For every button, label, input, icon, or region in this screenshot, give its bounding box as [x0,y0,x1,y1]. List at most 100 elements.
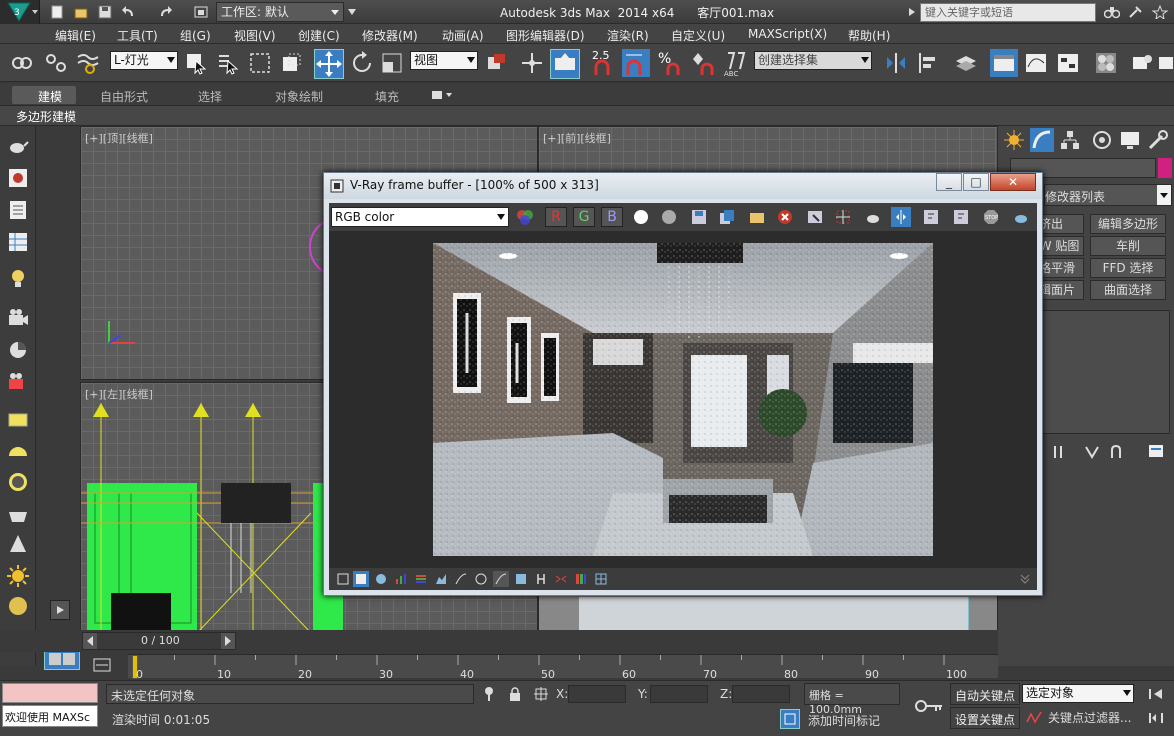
x-coordinate-field[interactable] [568,685,626,703]
y-coordinate-field[interactable] [650,685,708,703]
new-file-icon[interactable] [48,3,66,21]
mono-circle-icon[interactable] [659,207,679,227]
render-teapot-icon[interactable] [863,207,883,227]
modifier-button-edit-poly[interactable]: 编辑多边形 [1090,214,1166,234]
bind-space-warp-icon[interactable] [76,51,100,75]
tab-object-paint[interactable]: 对象绘制 [275,88,323,105]
undo-icon[interactable] [120,3,138,21]
curve-editor-icon[interactable] [1024,51,1048,75]
menu-edit[interactable]: 编辑(E) [55,27,96,44]
scene-explorer-icon[interactable] [990,49,1018,77]
sphere-icon[interactable] [6,470,30,494]
compare-ab-icon[interactable] [891,207,911,227]
sky-dome-icon[interactable] [6,594,30,618]
color-swatch-icon[interactable] [573,571,589,587]
pixel-info-icon[interactable] [353,571,369,587]
menu-maxscript[interactable]: MAXScript(X) [748,27,827,41]
workspace-dropdown[interactable]: 工作区: 默认 [216,2,344,22]
binoculars-icon[interactable] [1102,3,1122,21]
video-camera-icon[interactable] [6,370,30,394]
pie-icon[interactable] [6,338,30,362]
select-object-icon[interactable] [184,51,208,75]
motion-tab-icon[interactable] [1090,128,1114,152]
material-editor-icon[interactable] [1094,51,1118,75]
plane-primitive-icon[interactable] [6,408,30,432]
time-slider[interactable]: 0 / 100 [82,632,236,650]
mini-curve-editor-icon[interactable] [90,654,114,676]
open-file-icon[interactable] [72,3,90,21]
modifier-stack[interactable] [1042,310,1170,434]
favorites-star-icon[interactable] [1150,3,1170,21]
tab-freeform[interactable]: 自由形式 [100,88,148,105]
keyword-search-input[interactable]: 键入关键字或短语 [920,3,1096,22]
levels-icon[interactable] [393,571,409,587]
menu-views[interactable]: 视图(V) [234,27,276,44]
key-mode-toggle-icon[interactable] [1144,709,1168,727]
menu-modifiers[interactable]: 修改器(M) [362,27,418,44]
render-last-icon[interactable] [1011,207,1031,227]
redo-icon[interactable] [156,3,174,21]
modify-tab-icon[interactable] [1030,128,1054,152]
modifier-button-lathe[interactable]: 车削 [1090,236,1166,256]
history-left-icon[interactable] [921,207,941,227]
select-and-move-icon[interactable] [314,49,344,79]
percent-snap-icon[interactable]: % [656,49,684,77]
basket-icon[interactable] [6,502,30,526]
angle-snap-icon[interactable] [622,49,650,77]
named-selection-set-dropdown[interactable]: 创建选择集 [754,51,872,70]
communication-center-icon[interactable] [1126,3,1146,21]
selection-filter-dropdown[interactable]: L-灯光 [110,51,178,70]
select-and-rotate-icon[interactable] [350,51,374,75]
h-icon[interactable] [533,571,549,587]
project-folder-icon[interactable] [192,3,210,21]
menu-customize[interactable]: 自定义(U) [671,27,725,44]
set-key-button[interactable]: 设置关键点 [950,707,1020,729]
manipulate-icon[interactable] [520,51,544,75]
stop-render-icon[interactable]: STOP [981,207,1001,227]
polygon-modeling-label[interactable]: 多边形建模 [16,108,76,125]
open-folder-icon[interactable] [747,207,767,227]
reference-coordinate-dropdown[interactable]: 视图 [410,51,478,70]
hemisphere-icon[interactable] [6,440,30,464]
stereo-icon[interactable] [553,571,569,587]
align-icon[interactable] [916,51,940,75]
color-mode-icon[interactable] [515,207,535,227]
tab-selection[interactable]: 选择 [198,88,222,105]
tab-modeling[interactable]: 建模 [12,86,76,104]
absolute-mode-icon[interactable] [532,685,550,703]
menu-help[interactable]: 帮助(H) [848,27,890,44]
rendered-frame-window-icon[interactable] [1158,51,1174,75]
isolate-selection-icon[interactable] [480,685,498,703]
modifier-button-ffd-select[interactable]: FFD 选择 [1090,258,1166,278]
spinner-snap-icon[interactable] [690,49,718,77]
set-key-icon[interactable] [912,691,946,721]
go-to-start-icon[interactable] [1144,685,1168,703]
frame-icon[interactable] [335,571,351,587]
z-coordinate-field[interactable] [732,685,790,703]
app-menu-button[interactable]: 3 [0,0,40,24]
add-time-tag-icon[interactable] [780,709,800,729]
ribbon-display-options-icon[interactable] [428,89,456,101]
keyboard-shortcut-override-icon[interactable] [550,49,580,79]
display-tab-icon[interactable] [1118,128,1142,152]
maxscript-listener-white[interactable]: 欢迎使用 MAXSc [2,705,98,727]
track-mouse-icon[interactable] [805,207,825,227]
show-end-result-icon[interactable] [1082,442,1102,462]
window-crossing-icon[interactable] [280,51,304,75]
region-render-icon[interactable] [833,207,853,227]
menu-group[interactable]: 组(G) [180,27,211,44]
render-frame-icon[interactable] [6,166,30,190]
save-image-icon[interactable] [689,207,709,227]
rectangular-selection-icon[interactable] [248,51,272,75]
menu-tools[interactable]: 工具(T) [117,27,158,44]
layer-manager-icon[interactable] [954,51,978,75]
history-right-icon[interactable] [951,207,971,227]
search-expand-icon[interactable] [906,4,918,20]
srgb-icon[interactable] [493,571,509,587]
expand-panel-icon[interactable] [1017,571,1033,587]
teapot-icon[interactable] [6,134,30,158]
green-channel-button[interactable]: G [573,207,595,227]
channel-dropdown[interactable]: RGB color [331,207,509,227]
grid-table-icon[interactable] [6,230,30,254]
blue-channel-button[interactable]: B [601,207,623,227]
